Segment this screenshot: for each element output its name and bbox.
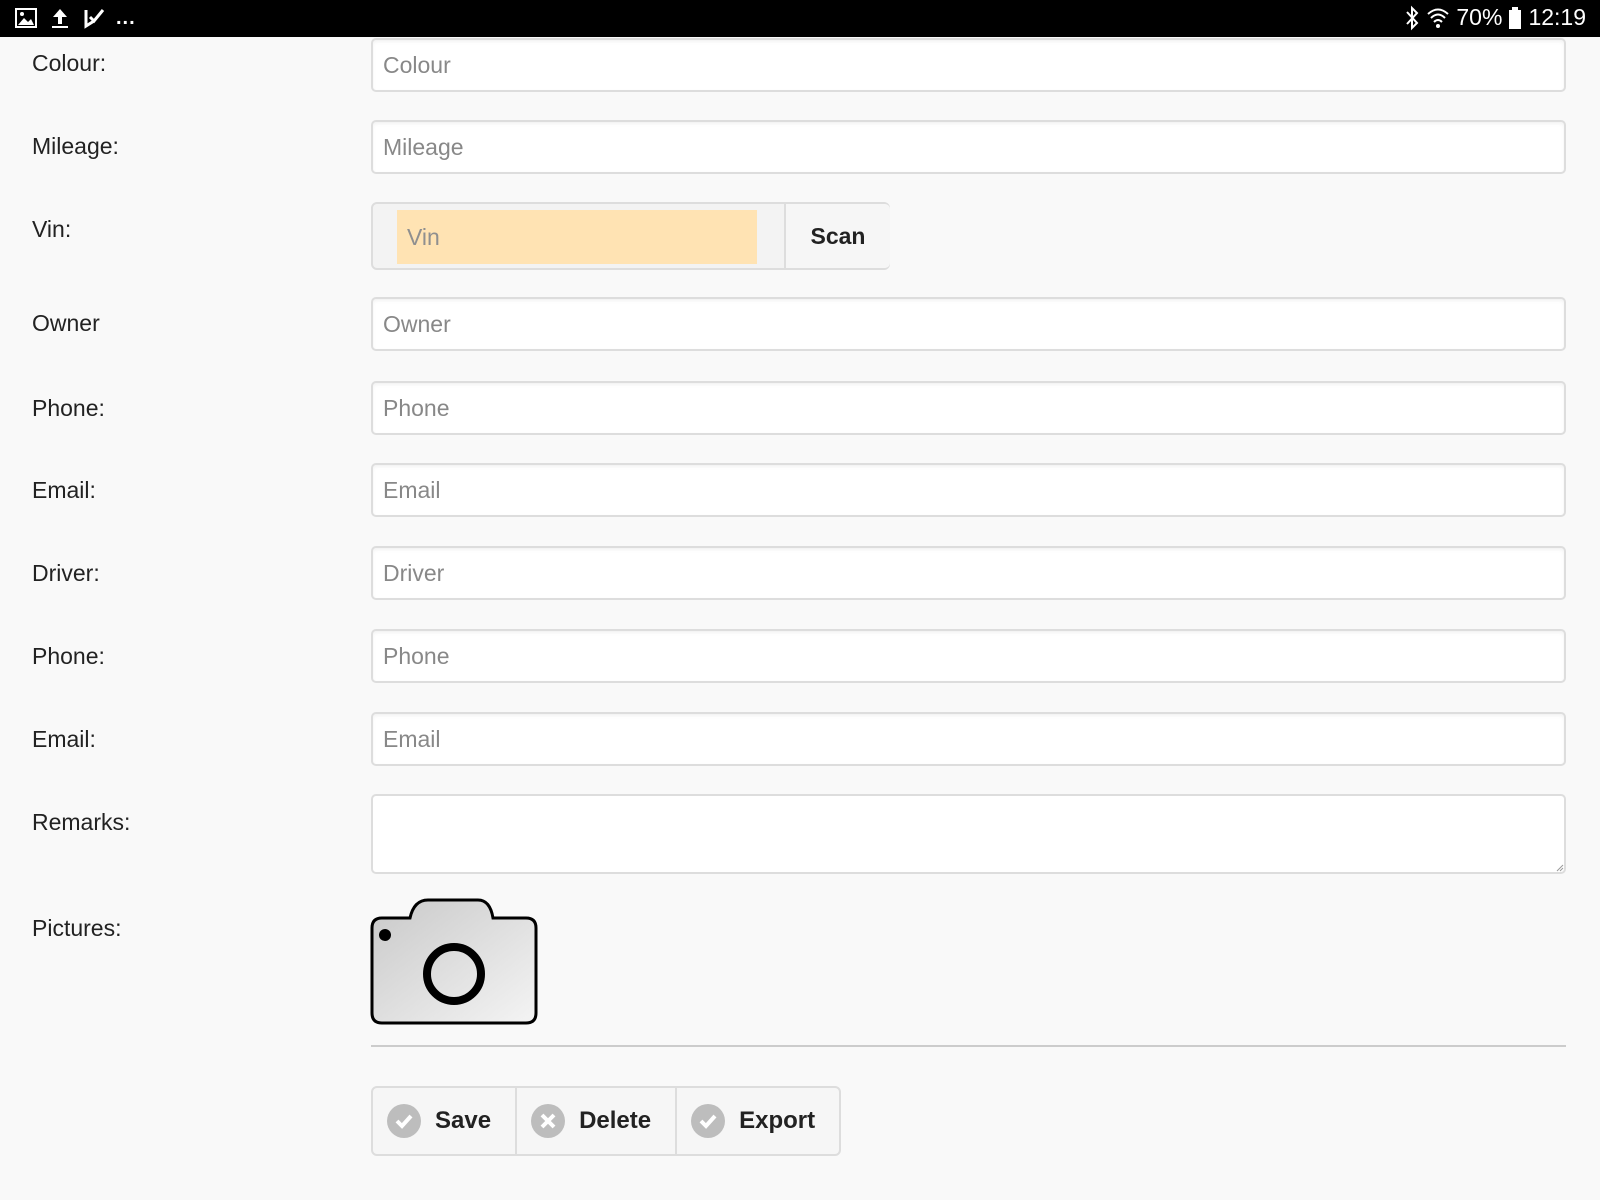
driver-email-input[interactable] — [371, 712, 1566, 766]
vin-input[interactable] — [397, 210, 757, 264]
check-icon — [691, 1104, 726, 1138]
wifi-icon — [1426, 5, 1450, 31]
image-icon — [14, 6, 38, 30]
owner-input[interactable] — [371, 297, 1566, 351]
remarks-label: Remarks: — [32, 809, 131, 835]
owner-label: Owner — [32, 310, 100, 336]
upload-icon — [48, 6, 72, 30]
driver-label: Driver: — [32, 560, 100, 586]
vin-label: Vin: — [32, 216, 72, 242]
close-icon — [531, 1104, 566, 1138]
status-bar: ... 70% 12:19 — [0, 0, 1600, 37]
driver-input[interactable] — [371, 546, 1566, 600]
status-bar-system: 70% 12:19 — [1404, 4, 1586, 31]
resize-grip-icon[interactable] — [1556, 864, 1564, 872]
vin-input-group: Scan — [371, 202, 890, 270]
owner-phone-input[interactable] — [371, 381, 1566, 435]
battery-icon — [1508, 5, 1522, 31]
bluetooth-icon — [1404, 5, 1420, 31]
mileage-label: Mileage: — [32, 133, 119, 159]
driver-email-label: Email: — [32, 726, 96, 752]
mileage-input[interactable] — [371, 120, 1566, 174]
delete-button[interactable]: Delete — [517, 1088, 678, 1154]
owner-email-label: Email: — [32, 477, 96, 503]
export-button[interactable]: Export — [677, 1088, 839, 1154]
task-check-icon — [82, 6, 106, 30]
battery-percent: 70% — [1456, 4, 1503, 30]
driver-phone-label: Phone: — [32, 643, 105, 669]
action-button-group: Save Delete Export — [371, 1086, 842, 1156]
owner-phone-label: Phone: — [32, 395, 105, 421]
export-button-label: Export — [739, 1107, 816, 1134]
save-button-label: Save — [435, 1107, 492, 1134]
remarks-textarea[interactable] — [371, 794, 1566, 874]
scan-button[interactable]: Scan — [784, 204, 890, 268]
divider — [371, 1045, 1566, 1047]
colour-input[interactable] — [371, 38, 1566, 92]
delete-button-label: Delete — [579, 1107, 652, 1134]
colour-label: Colour: — [32, 50, 107, 76]
status-bar-notifications: ... — [14, 6, 136, 30]
save-button[interactable]: Save — [373, 1088, 518, 1154]
more-notifications: ... — [116, 7, 136, 29]
owner-email-input[interactable] — [371, 463, 1566, 517]
check-icon — [387, 1104, 421, 1138]
driver-phone-input[interactable] — [371, 629, 1566, 683]
camera-icon[interactable] — [370, 898, 538, 1025]
pictures-label: Pictures: — [32, 915, 122, 941]
clock: 12:19 — [1528, 4, 1586, 30]
